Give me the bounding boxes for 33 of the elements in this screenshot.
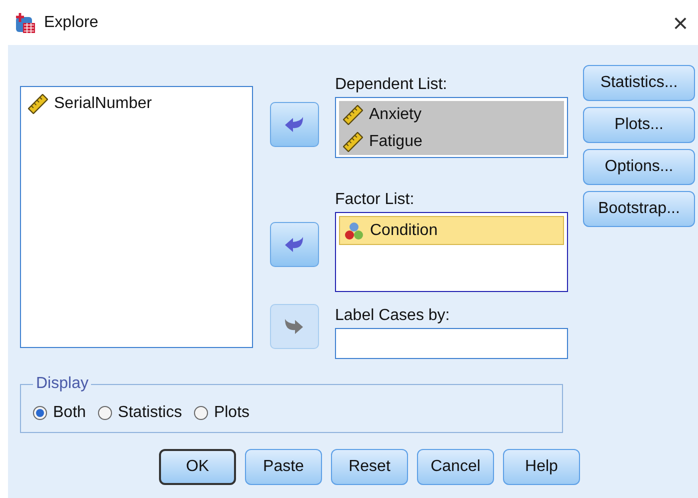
list-label: Factor List:: [335, 190, 416, 210]
radio-option[interactable]: Both: [33, 404, 86, 422]
list-label: Dependent List:: [335, 75, 448, 95]
move-button[interactable]: [270, 102, 318, 147]
list-item[interactable]: SerialNumber: [24, 90, 249, 117]
dialog-button[interactable]: Cancel: [417, 449, 494, 485]
dialog-button[interactable]: Paste: [245, 449, 322, 485]
close-button[interactable]: ×: [672, 10, 688, 36]
radio-option[interactable]: Plots: [194, 404, 250, 422]
dependent-list[interactable]: Anxiety Fatigue: [335, 97, 568, 158]
dialog-button[interactable]: Bootstrap...: [583, 191, 695, 227]
list-item[interactable]: Condition: [339, 216, 564, 245]
dialog-button[interactable]: Statistics...: [583, 65, 695, 101]
list-item[interactable]: Fatigue: [339, 128, 564, 155]
input-field[interactable]: [335, 328, 568, 359]
dialog-button[interactable]: Help: [503, 449, 580, 485]
group-title: Display: [35, 375, 90, 393]
arrow-icon: [284, 318, 304, 336]
radio-option[interactable]: Statistics: [98, 404, 182, 422]
dialog-button[interactable]: Reset: [331, 449, 408, 485]
list-item[interactable]: Anxiety: [339, 101, 564, 128]
field-label: Label Cases by:: [335, 306, 451, 326]
dialog-button[interactable]: Options...: [583, 149, 695, 185]
dialog-button[interactable]: Plots...: [583, 107, 695, 143]
factor-list[interactable]: Condition: [335, 212, 568, 292]
window-title: Explore: [44, 14, 100, 32]
arrow-icon: [284, 236, 304, 254]
dialog-button[interactable]: OK: [159, 449, 236, 485]
app-icon: [14, 12, 36, 34]
variable-list[interactable]: SerialNumber: [20, 86, 253, 348]
move-button[interactable]: [270, 222, 318, 267]
arrow-icon: [284, 116, 304, 134]
circles-icon: [344, 220, 364, 240]
